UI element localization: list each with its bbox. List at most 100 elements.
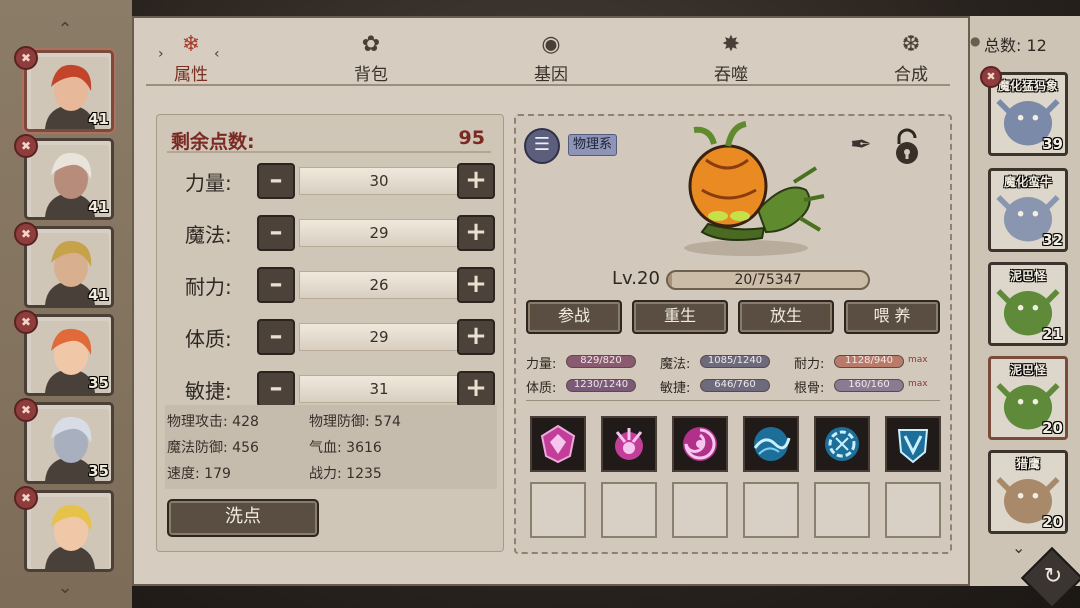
empty-skill-slot[interactable] — [672, 482, 728, 538]
pet-stat-bar: 160/160 — [834, 379, 904, 392]
rune-circle-icon — [825, 427, 859, 461]
decrease-button[interactable]: – — [257, 215, 295, 251]
pet-stat-value: 1085/1240 — [707, 355, 763, 366]
hero-badge-icon: ✖ — [14, 310, 38, 334]
decrease-button[interactable]: – — [257, 267, 295, 303]
hero-card[interactable]: 41 — [24, 138, 114, 220]
pet-stat-label: 力量: — [526, 357, 557, 372]
tab-attributes[interactable]: ❄ 属性 — [146, 32, 236, 88]
tab-label: 基因 — [534, 65, 568, 85]
max-tag: max — [908, 379, 928, 389]
empty-skill-slot[interactable] — [814, 482, 870, 538]
derived-stat: 速度: 179 — [167, 466, 231, 482]
stat-row-constitution: 体质: – 29 + — [171, 317, 497, 357]
stat-label: 魔法: — [185, 223, 232, 247]
skill-slot[interactable] — [885, 416, 941, 472]
feed-button[interactable]: 喂 养 — [844, 300, 940, 334]
empty-skill-slot[interactable] — [885, 482, 941, 538]
pin-icon: ● — [970, 34, 981, 48]
max-tag: max — [908, 355, 928, 365]
skill-slot[interactable] — [814, 416, 870, 472]
pet-stat-value: 1230/1240 — [573, 379, 629, 390]
hero-scroll-up-icon[interactable]: ⌃ — [50, 20, 80, 40]
pet-badge-icon: ✖ — [980, 66, 1002, 88]
hero-card[interactable]: 35 — [24, 314, 114, 396]
skill-slot[interactable] — [672, 416, 728, 472]
list-icon[interactable]: ☰ — [524, 128, 560, 164]
join-battle-button[interactable]: 参战 — [526, 300, 622, 334]
pet-portrait — [684, 121, 825, 256]
hero-level: 35 — [88, 462, 109, 480]
pet-card-name: 魔化猛犸象 — [997, 79, 1058, 93]
empty-skill-slot[interactable] — [743, 482, 799, 538]
wave-icon — [753, 427, 791, 461]
stat-value: 26 — [369, 276, 389, 294]
pet-stat-value: 160/160 — [848, 379, 890, 390]
hero-card[interactable] — [24, 490, 114, 572]
pet-stat-label: 体质: — [526, 381, 557, 396]
increase-button[interactable]: + — [457, 267, 495, 303]
skill-slot[interactable] — [530, 416, 586, 472]
quill-icon[interactable]: ✒ — [850, 130, 880, 164]
hero-card[interactable]: 41 — [24, 226, 114, 308]
derived-stat: 物理攻击: 428 — [167, 414, 259, 430]
tab-synthesis[interactable]: ❆ 合成 — [866, 32, 956, 88]
hero-level: 35 — [88, 374, 109, 392]
total-count: 总数: 12 — [984, 36, 1047, 55]
pet-stat-label: 敏捷: — [660, 381, 691, 396]
derived-stat: 魔法防御: 456 — [167, 440, 259, 456]
lock-icon[interactable] — [890, 128, 924, 166]
stat-value: 29 — [369, 224, 389, 242]
increase-button[interactable]: + — [457, 163, 495, 199]
stat-value-track: 31 — [299, 375, 459, 403]
stat-value-track: 29 — [299, 323, 459, 351]
tab-label: 吞噬 — [714, 65, 748, 85]
hero-card[interactable]: 41 — [24, 50, 114, 132]
pet-stat-bar: 646/760 — [700, 379, 770, 392]
skill-slot[interactable] — [601, 416, 657, 472]
stat-row-strength: 力量: – 30 + — [171, 161, 497, 201]
hero-badge-icon: ✖ — [14, 486, 38, 510]
empty-skill-slot[interactable] — [530, 482, 586, 538]
hero-scroll-down-icon[interactable]: ⌄ — [50, 578, 80, 598]
pet-card[interactable]: 魔化猛犸象 39 — [988, 72, 1068, 156]
pet-stat-magic: 魔法: 1085/1240 — [660, 352, 800, 372]
pet-divider — [526, 400, 940, 401]
pet-card[interactable]: 泥巴怪 21 — [988, 262, 1068, 346]
vortex-icon — [683, 427, 717, 461]
decrease-button[interactable]: – — [257, 371, 295, 407]
rebirth-button[interactable]: 重生 — [632, 300, 728, 334]
pet-stat-constitution: 体质: 1230/1240 — [526, 376, 666, 396]
increase-button[interactable]: + — [457, 215, 495, 251]
pet-stat-endurance: 耐力: 1128/940 max — [794, 352, 944, 372]
pet-stat-row: 力量: 829/820 魔法: 1085/1240 耐力: 1128/940 m… — [526, 352, 946, 372]
increase-button[interactable]: + — [457, 319, 495, 355]
stat-value-track: 30 — [299, 167, 459, 195]
remaining-points-row: 剩余点数: 95 — [167, 123, 491, 153]
stat-value: 29 — [369, 328, 389, 346]
pet-card-name: 泥巴怪 — [1009, 269, 1046, 283]
pet-stat-value: 646/760 — [714, 379, 756, 390]
skill-slot[interactable] — [743, 416, 799, 472]
pet-card-name: 猎鹰 — [1015, 457, 1040, 471]
decrease-button[interactable]: – — [257, 163, 295, 199]
tab-label: 背包 — [354, 65, 388, 85]
reset-points-button[interactable]: 洗点 — [167, 499, 319, 537]
tab-gene[interactable]: ◉ 基因 — [506, 32, 596, 88]
pet-card[interactable]: 泥巴怪 20 — [988, 356, 1068, 440]
empty-skill-slot[interactable] — [601, 482, 657, 538]
tab-devour[interactable]: ✸ 吞噬 — [686, 32, 776, 88]
pet-list-scroll-down-icon[interactable]: ⌄ — [1012, 538, 1025, 557]
devour-icon: ✸ — [721, 32, 741, 57]
release-button[interactable]: 放生 — [738, 300, 834, 334]
pet-card[interactable]: 猎鹰 20 — [988, 450, 1068, 534]
decrease-button[interactable]: – — [257, 319, 295, 355]
hero-card[interactable]: 35 — [24, 402, 114, 484]
tab-bag[interactable]: ✿ 背包 — [326, 32, 416, 88]
stat-label: 敏捷: — [185, 379, 232, 403]
bag-icon: ✿ — [361, 32, 381, 57]
pet-card[interactable]: 魔化蛮牛 32 — [988, 168, 1068, 252]
hero-portrait — [31, 497, 109, 569]
pet-stat-label: 根骨: — [794, 381, 825, 396]
increase-button[interactable]: + — [457, 371, 495, 407]
